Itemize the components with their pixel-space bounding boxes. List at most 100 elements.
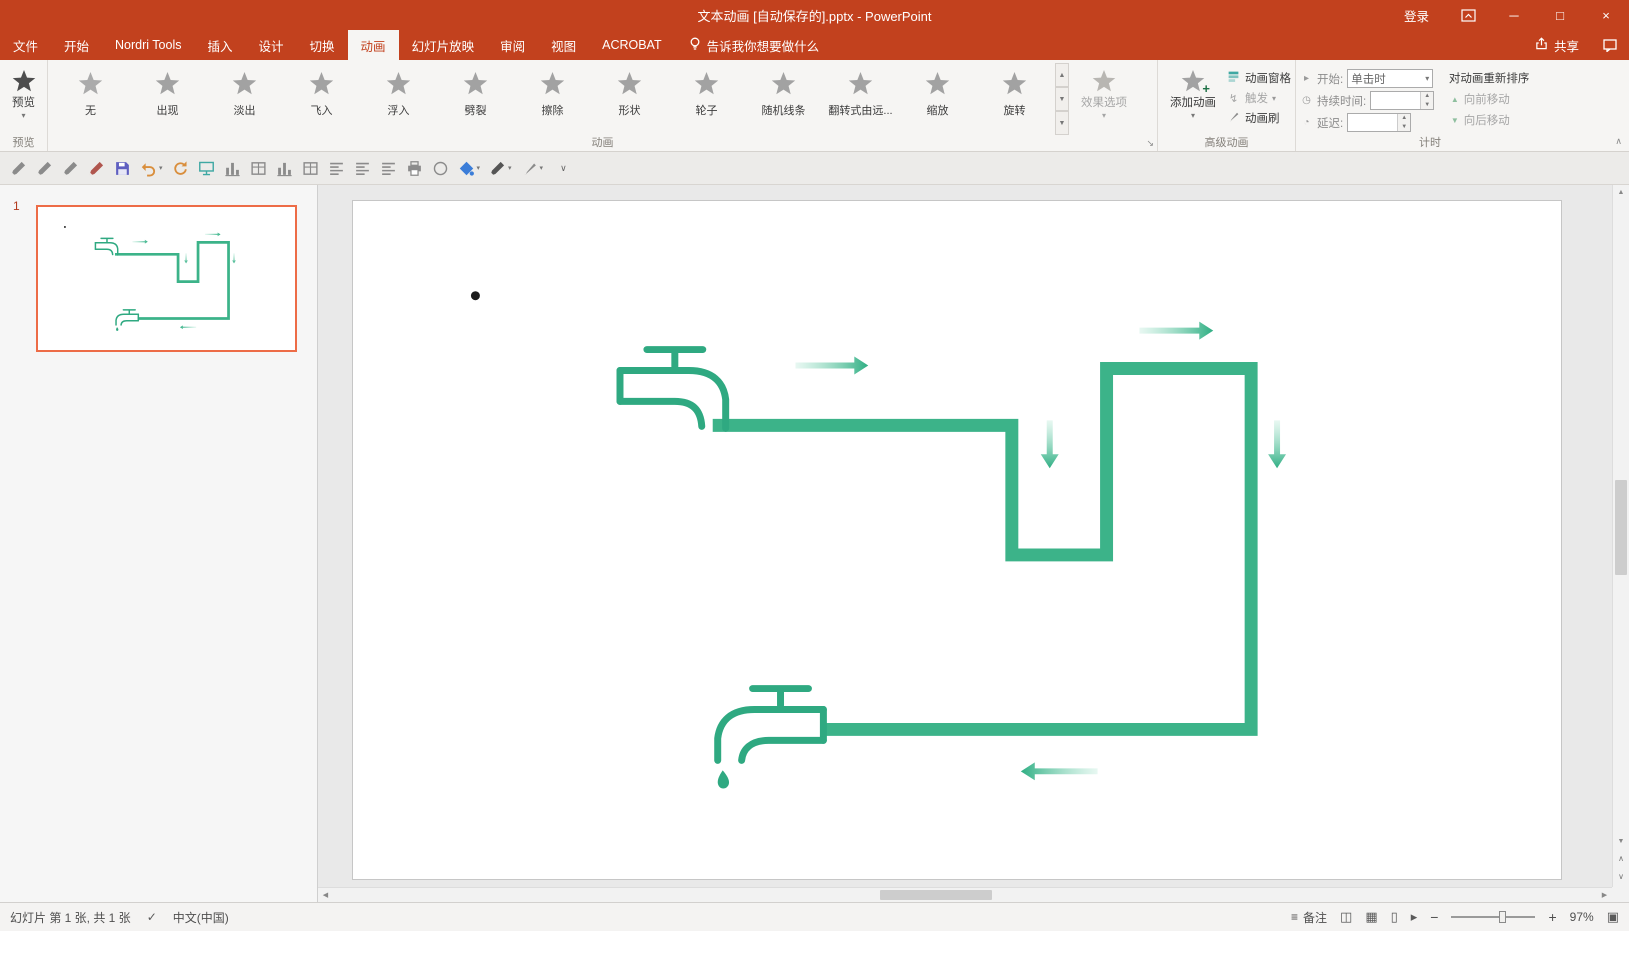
tellme-box[interactable]: 告诉我你想要做什么 bbox=[675, 30, 834, 60]
star-icon bbox=[770, 70, 797, 97]
trigger-button[interactable]: ↯ 触发 ▾ bbox=[1226, 90, 1291, 106]
animation-split[interactable]: 劈裂 bbox=[437, 63, 514, 135]
slideshow-button[interactable]: ▸ bbox=[1411, 909, 1418, 925]
language-button[interactable]: 中文(中国) bbox=[173, 909, 229, 926]
star-icon bbox=[231, 70, 258, 97]
effect-options-button[interactable]: 效果选项 ▾ bbox=[1075, 63, 1133, 136]
animation-grow-turn[interactable]: 翻转式由远... bbox=[822, 63, 899, 135]
animation-float-in[interactable]: 浮入 bbox=[360, 63, 437, 135]
move-earlier-button[interactable]: ▲ 向前移动 bbox=[1449, 91, 1560, 107]
scroll-down-icon[interactable]: ▼ bbox=[1613, 834, 1629, 849]
close-button[interactable]: × bbox=[1583, 0, 1629, 30]
animation-random-bars[interactable]: 随机线条 bbox=[745, 63, 822, 135]
animation-pane-button[interactable]: 动画窗格 bbox=[1226, 70, 1291, 86]
shape-icon[interactable] bbox=[432, 160, 449, 177]
brush-icon[interactable]: ▾ bbox=[521, 160, 544, 177]
zoom-slider[interactable] bbox=[1451, 910, 1535, 924]
redo-icon[interactable] bbox=[172, 160, 189, 177]
animation-zoom[interactable]: 缩放 bbox=[899, 63, 976, 135]
tab-nordri-tools[interactable]: Nordri Tools bbox=[102, 30, 194, 60]
window-title: 文本动画 [自动保存的].pptx - PowerPoint bbox=[0, 6, 1629, 25]
collapse-ribbon-icon[interactable]: ∧ bbox=[1615, 136, 1622, 147]
fit-to-window-icon[interactable]: ▣ bbox=[1607, 909, 1619, 925]
ribbon-display-options-icon[interactable] bbox=[1445, 0, 1491, 30]
pen-icon[interactable] bbox=[36, 160, 53, 177]
scroll-up-icon[interactable]: ▲ bbox=[1613, 185, 1629, 200]
zoom-in-button[interactable]: + bbox=[1548, 909, 1556, 925]
slide-sorter-view-button[interactable]: ▦ bbox=[1365, 909, 1377, 925]
add-animation-button[interactable]: + 添加动画 ▾ bbox=[1162, 63, 1224, 136]
save-icon[interactable] bbox=[114, 160, 131, 177]
animation-wheel[interactable]: 轮子 bbox=[668, 63, 745, 135]
star-icon bbox=[308, 70, 335, 97]
vertical-scroll-thumb[interactable] bbox=[1615, 480, 1627, 575]
notes-button[interactable]: ≡ 备注 bbox=[1291, 909, 1327, 926]
animation-swivel[interactable]: 旋转 bbox=[976, 63, 1053, 135]
align-icon[interactable] bbox=[328, 160, 345, 177]
move-later-button[interactable]: ▼ 向后移动 bbox=[1449, 112, 1560, 128]
tab-slideshow[interactable]: 幻灯片放映 bbox=[399, 30, 488, 60]
normal-view-button[interactable]: ◫ bbox=[1340, 909, 1352, 925]
preview-star-icon bbox=[11, 68, 37, 94]
animation-fade[interactable]: 淡出 bbox=[206, 63, 283, 135]
tab-view[interactable]: 视图 bbox=[538, 30, 589, 60]
reading-view-button[interactable]: ▯ bbox=[1391, 909, 1398, 925]
animation-appear[interactable]: 出现 bbox=[129, 63, 206, 135]
print-icon[interactable] bbox=[406, 160, 423, 177]
animation-shape[interactable]: 形状 bbox=[591, 63, 668, 135]
ink-pen-icon[interactable]: ▾ bbox=[489, 160, 512, 177]
fill-color-icon[interactable]: ▾ bbox=[458, 160, 481, 177]
zoom-slider-thumb[interactable] bbox=[1499, 911, 1506, 923]
spellcheck-icon[interactable]: ✓ bbox=[147, 910, 157, 924]
undo-icon[interactable]: ▾ bbox=[140, 160, 163, 177]
table-icon[interactable] bbox=[250, 160, 267, 177]
red-pen-icon[interactable] bbox=[88, 160, 105, 177]
maximize-button[interactable]: □ bbox=[1537, 0, 1583, 30]
chart-icon[interactable] bbox=[276, 160, 293, 177]
gallery-scroll-down[interactable]: ▼ bbox=[1055, 87, 1069, 111]
tab-acrobat[interactable]: ACROBAT bbox=[589, 30, 675, 60]
horizontal-scrollbar[interactable]: ◀ ▶ bbox=[318, 887, 1612, 902]
minimize-button[interactable]: ─ bbox=[1491, 0, 1537, 30]
gallery-expand[interactable]: ▼ bbox=[1055, 111, 1069, 135]
tab-design[interactable]: 设计 bbox=[246, 30, 297, 60]
duration-spinner[interactable]: ▲▼ bbox=[1370, 91, 1434, 110]
pen-icon[interactable] bbox=[62, 160, 79, 177]
start-combobox[interactable]: 单击时 ▾ bbox=[1347, 69, 1433, 88]
animation-none[interactable]: 无 bbox=[52, 63, 129, 135]
tab-home[interactable]: 开始 bbox=[51, 30, 102, 60]
tab-insert[interactable]: 插入 bbox=[195, 30, 246, 60]
comments-icon[interactable] bbox=[1591, 30, 1629, 60]
vertical-scrollbar[interactable]: ▲ ▼ ∧ ∨ bbox=[1612, 185, 1629, 887]
scroll-right-icon[interactable]: ▶ bbox=[1597, 888, 1612, 902]
delay-spinner[interactable]: ▲▼ bbox=[1347, 113, 1411, 132]
align-icon[interactable] bbox=[354, 160, 371, 177]
animation-painter-button[interactable]: 动画刷 bbox=[1226, 110, 1291, 126]
tab-transitions[interactable]: 切换 bbox=[297, 30, 348, 60]
share-button[interactable]: 共享 bbox=[1523, 30, 1591, 60]
preview-button[interactable]: 预览 ▾ bbox=[4, 63, 43, 136]
align-icon[interactable] bbox=[380, 160, 397, 177]
sign-in-button[interactable]: 登录 bbox=[1388, 0, 1445, 30]
tab-file[interactable]: 文件 bbox=[0, 30, 51, 60]
layout-icon[interactable] bbox=[302, 160, 319, 177]
gallery-scroll-up[interactable]: ▲ bbox=[1055, 63, 1069, 87]
animation-fly-in[interactable]: 飞入 bbox=[283, 63, 360, 135]
slide-thumbnail[interactable] bbox=[36, 205, 297, 352]
tab-animations[interactable]: 动画 bbox=[348, 30, 399, 60]
next-slide-button[interactable]: ∨ bbox=[1613, 868, 1629, 885]
chart-icon[interactable] bbox=[224, 160, 241, 177]
reorder-animation-label: 对动画重新排序 bbox=[1449, 70, 1560, 86]
scroll-left-icon[interactable]: ◀ bbox=[318, 888, 333, 902]
monitor-icon[interactable] bbox=[198, 160, 215, 177]
slide-canvas[interactable] bbox=[352, 200, 1562, 880]
pen-icon[interactable] bbox=[10, 160, 27, 177]
animation-wipe[interactable]: 擦除 bbox=[514, 63, 591, 135]
dialog-launcher-icon[interactable]: ↘ bbox=[1146, 138, 1154, 149]
zoom-level[interactable]: 97% bbox=[1570, 910, 1594, 924]
previous-slide-button[interactable]: ∧ bbox=[1613, 850, 1629, 867]
zoom-out-button[interactable]: − bbox=[1430, 909, 1438, 925]
toolbar-overflow-icon[interactable]: ∨ bbox=[560, 163, 567, 174]
tab-review[interactable]: 审阅 bbox=[487, 30, 538, 60]
horizontal-scroll-thumb[interactable] bbox=[880, 890, 992, 900]
